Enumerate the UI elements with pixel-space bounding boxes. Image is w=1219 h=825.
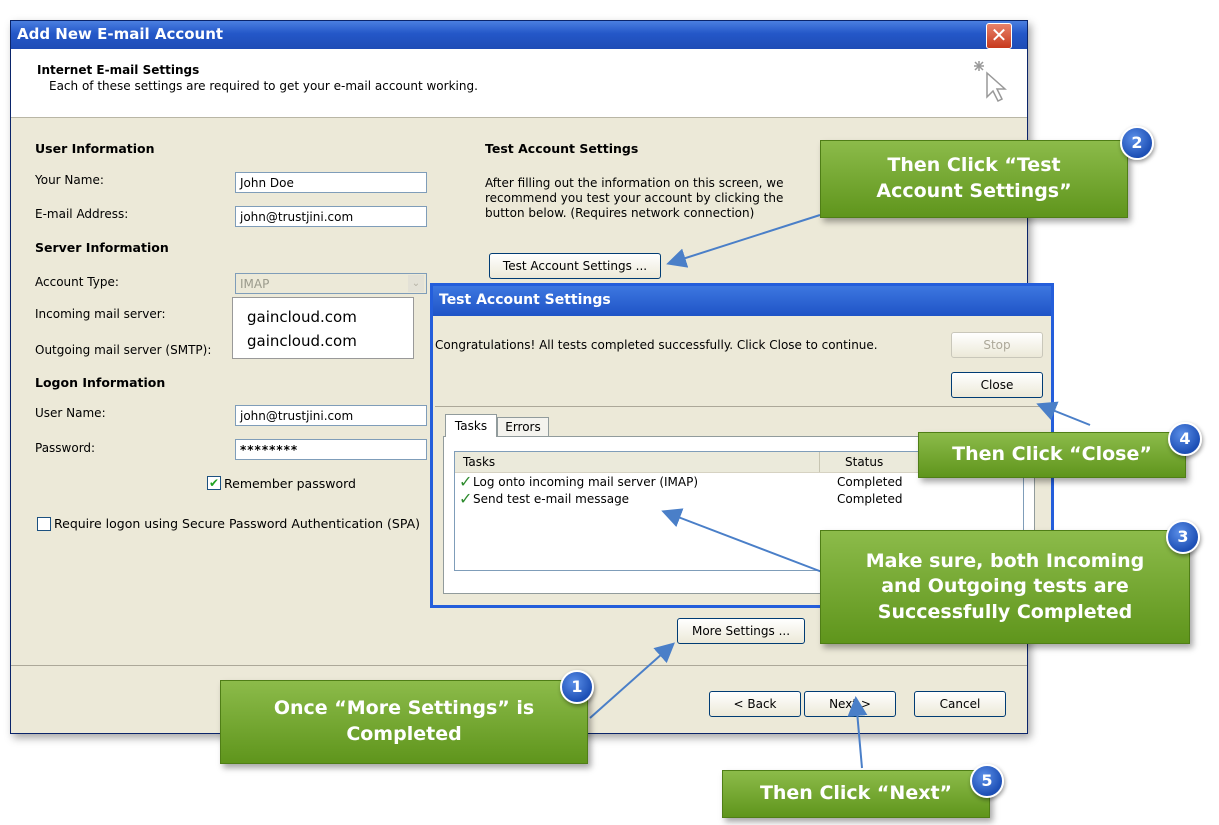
step-badge-4: 4 — [1168, 422, 1202, 456]
step-badge-5: 5 — [970, 764, 1004, 798]
tab-tasks[interactable]: Tasks — [445, 414, 497, 437]
callout-2-text: Then Click “Test Account Settings” — [876, 154, 1072, 202]
callout-test-account-settings: Then Click “Test Account Settings” — [820, 140, 1128, 218]
step-badge-2: 2 — [1120, 126, 1154, 160]
callout-4-text: Then Click “Close” — [952, 443, 1152, 466]
callout-5-text: Then Click “Next” — [759, 782, 953, 805]
step-badge-1: 1 — [560, 670, 594, 704]
step-badge-3: 3 — [1166, 520, 1200, 554]
callout-more-settings: Once “More Settings” is Completed — [220, 680, 588, 764]
callout-tests-completed: Make sure, both Incoming and Outgoing te… — [820, 530, 1190, 644]
callout-close: Then Click “Close” — [918, 432, 1186, 478]
annotation-arrows — [589, 214, 1091, 769]
callout-3-text: Make sure, both Incoming and Outgoing te… — [865, 549, 1145, 623]
callout-1-text: Once “More Settings” is Completed — [273, 697, 535, 745]
callout-next: Then Click “Next” — [722, 770, 990, 818]
